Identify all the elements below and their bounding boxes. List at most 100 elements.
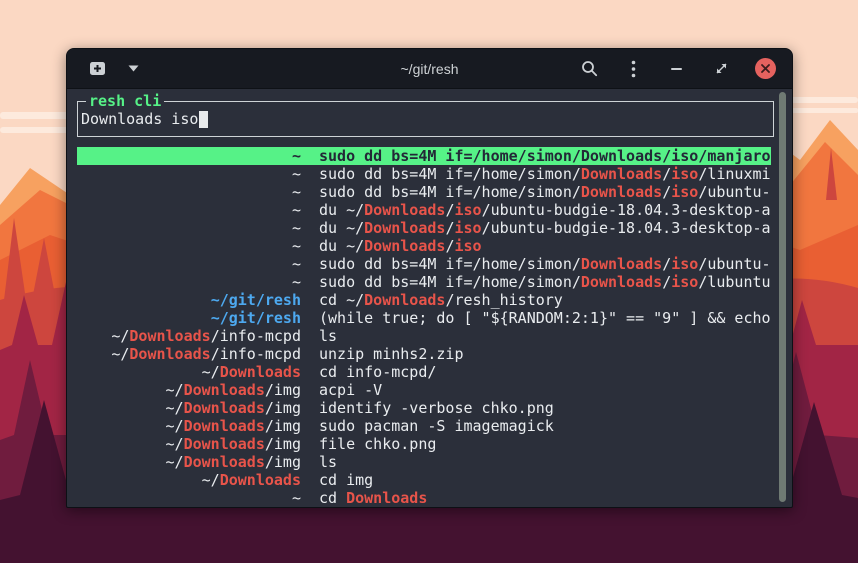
- history-row[interactable]: ~/Downloads/img file chko.png: [77, 435, 771, 453]
- terminal-content: resh cli Downloads iso ~ sudo dd bs=4M if…: [67, 89, 792, 508]
- directory-cell: ~/Downloads/img: [77, 381, 301, 399]
- directory-cell: ~/Downloads/img: [77, 453, 301, 471]
- history-list: ~ sudo dd bs=4M if=/home/simon/Downloads/…: [77, 147, 792, 507]
- command-cell: identify -verbose chko.png: [319, 399, 771, 417]
- history-row[interactable]: ~/Downloads/img ls: [77, 453, 771, 471]
- command-cell: sudo dd bs=4M if=/home/simon/Downloads/i…: [319, 183, 771, 201]
- command-cell: cd info-mcpd/: [319, 363, 771, 381]
- minimize-button[interactable]: [667, 59, 687, 79]
- directory-cell: ~/Downloads/info-mcpd: [77, 327, 301, 345]
- column-gap: [301, 489, 319, 507]
- command-cell: ls: [319, 453, 771, 471]
- close-button[interactable]: [755, 58, 776, 79]
- directory-cell: ~/Downloads/img: [77, 417, 301, 435]
- search-button[interactable]: [579, 59, 599, 79]
- directory-cell: ~: [77, 219, 301, 237]
- scrollbar[interactable]: [779, 92, 786, 502]
- tab-dropdown-button[interactable]: [123, 59, 143, 79]
- column-gap: [301, 417, 319, 435]
- directory-cell: ~/git/resh: [77, 309, 301, 327]
- column-gap: [301, 201, 319, 219]
- column-gap: [301, 255, 319, 273]
- column-gap: [301, 219, 319, 237]
- chevron-down-icon: [128, 65, 139, 72]
- directory-cell: ~/git/resh: [77, 291, 301, 309]
- command-cell: sudo pacman -S imagemagick: [319, 417, 771, 435]
- restore-button[interactable]: [711, 59, 731, 79]
- history-row[interactable]: ~/git/resh (while true; do [ "${RANDOM:2:…: [77, 309, 771, 327]
- history-row[interactable]: ~ sudo dd bs=4M if=/home/simon/Downloads/…: [77, 183, 771, 201]
- directory-cell: ~/Downloads/img: [77, 399, 301, 417]
- titlebar: ~/git/resh: [67, 49, 792, 89]
- menu-button[interactable]: [623, 59, 643, 79]
- column-gap: [301, 165, 319, 183]
- column-gap: [301, 183, 319, 201]
- column-gap: [301, 399, 319, 417]
- close-icon: [761, 64, 770, 73]
- history-row[interactable]: ~/Downloads/info-mcpd ls: [77, 327, 771, 345]
- command-cell: sudo dd bs=4M if=/home/simon/Downloads/i…: [319, 147, 771, 165]
- search-icon: [581, 60, 598, 77]
- command-cell: du ~/Downloads/iso: [319, 237, 771, 255]
- search-query-input[interactable]: Downloads iso: [81, 110, 198, 128]
- command-cell: (while true; do [ "${RANDOM:2:1}" == "9"…: [319, 309, 771, 327]
- directory-cell: ~: [77, 201, 301, 219]
- command-cell: sudo dd bs=4M if=/home/simon/Downloads/i…: [319, 273, 771, 291]
- history-row[interactable]: ~/Downloads cd img: [77, 471, 771, 489]
- history-row[interactable]: ~ du ~/Downloads/iso/ubuntu-budgie-18.04.…: [77, 219, 771, 237]
- column-gap: [301, 309, 319, 327]
- column-gap: [301, 381, 319, 399]
- new-tab-button[interactable]: [87, 59, 107, 79]
- history-row[interactable]: ~/Downloads/img acpi -V: [77, 381, 771, 399]
- restore-icon: [716, 63, 727, 74]
- directory-cell: ~: [77, 183, 301, 201]
- directory-cell: ~: [77, 237, 301, 255]
- text-cursor: [199, 111, 208, 128]
- directory-cell: ~/Downloads/img: [77, 435, 301, 453]
- history-row[interactable]: ~/Downloads/img identify -verbose chko.pn…: [77, 399, 771, 417]
- history-row[interactable]: ~ sudo dd bs=4M if=/home/simon/Downloads/…: [77, 165, 771, 183]
- column-gap: [301, 291, 319, 309]
- column-gap: [301, 345, 319, 363]
- screen: ~/git/resh: [0, 0, 858, 563]
- directory-cell: ~/Downloads: [77, 363, 301, 381]
- command-cell: acpi -V: [319, 381, 771, 399]
- terminal-window: ~/git/resh: [66, 48, 793, 508]
- history-row[interactable]: ~ cd Downloads: [77, 489, 771, 507]
- history-row[interactable]: ~/Downloads/info-mcpd unzip minhs2.zip: [77, 345, 771, 363]
- command-cell: ls: [319, 327, 771, 345]
- command-cell: du ~/Downloads/iso/ubuntu-budgie-18.04.3…: [319, 219, 771, 237]
- directory-cell: ~: [77, 273, 301, 291]
- directory-cell: ~: [77, 489, 301, 507]
- column-gap: [301, 273, 319, 291]
- history-row[interactable]: ~ du ~/Downloads/iso: [77, 237, 771, 255]
- command-cell: sudo dd bs=4M if=/home/simon/Downloads/i…: [319, 165, 771, 183]
- column-gap: [301, 435, 319, 453]
- command-cell: cd Downloads: [319, 489, 771, 507]
- command-cell: du ~/Downloads/iso/ubuntu-budgie-18.04.3…: [319, 201, 771, 219]
- command-cell: unzip minhs2.zip: [319, 345, 771, 363]
- history-row-selected[interactable]: ~ sudo dd bs=4M if=/home/simon/Downloads/…: [77, 147, 771, 165]
- history-row[interactable]: ~/git/resh cd ~/Downloads/resh_history: [77, 291, 771, 309]
- column-gap: [301, 147, 319, 165]
- minimize-icon: [671, 67, 683, 71]
- column-gap: [301, 237, 319, 255]
- directory-cell: ~: [77, 165, 301, 183]
- directory-cell: ~/Downloads: [77, 471, 301, 489]
- column-gap: [301, 363, 319, 381]
- command-cell: cd ~/Downloads/resh_history: [319, 291, 771, 309]
- column-gap: [301, 471, 319, 489]
- history-row[interactable]: ~ sudo dd bs=4M if=/home/simon/Downloads/…: [77, 255, 771, 273]
- history-row[interactable]: ~/Downloads/img sudo pacman -S imagemagic…: [77, 417, 771, 435]
- resh-cli-search-box[interactable]: resh cli Downloads iso: [77, 101, 774, 137]
- command-cell: cd img: [319, 471, 771, 489]
- history-row[interactable]: ~ sudo dd bs=4M if=/home/simon/Downloads/…: [77, 273, 771, 291]
- kebab-menu-icon: [631, 60, 636, 78]
- directory-cell: ~: [77, 255, 301, 273]
- history-row[interactable]: ~ du ~/Downloads/iso/ubuntu-budgie-18.04.…: [77, 201, 771, 219]
- command-cell: sudo dd bs=4M if=/home/simon/Downloads/i…: [319, 255, 771, 273]
- history-row[interactable]: ~/Downloads cd info-mcpd/: [77, 363, 771, 381]
- command-cell: file chko.png: [319, 435, 771, 453]
- directory-cell: ~: [77, 147, 301, 165]
- directory-cell: ~/Downloads/info-mcpd: [77, 345, 301, 363]
